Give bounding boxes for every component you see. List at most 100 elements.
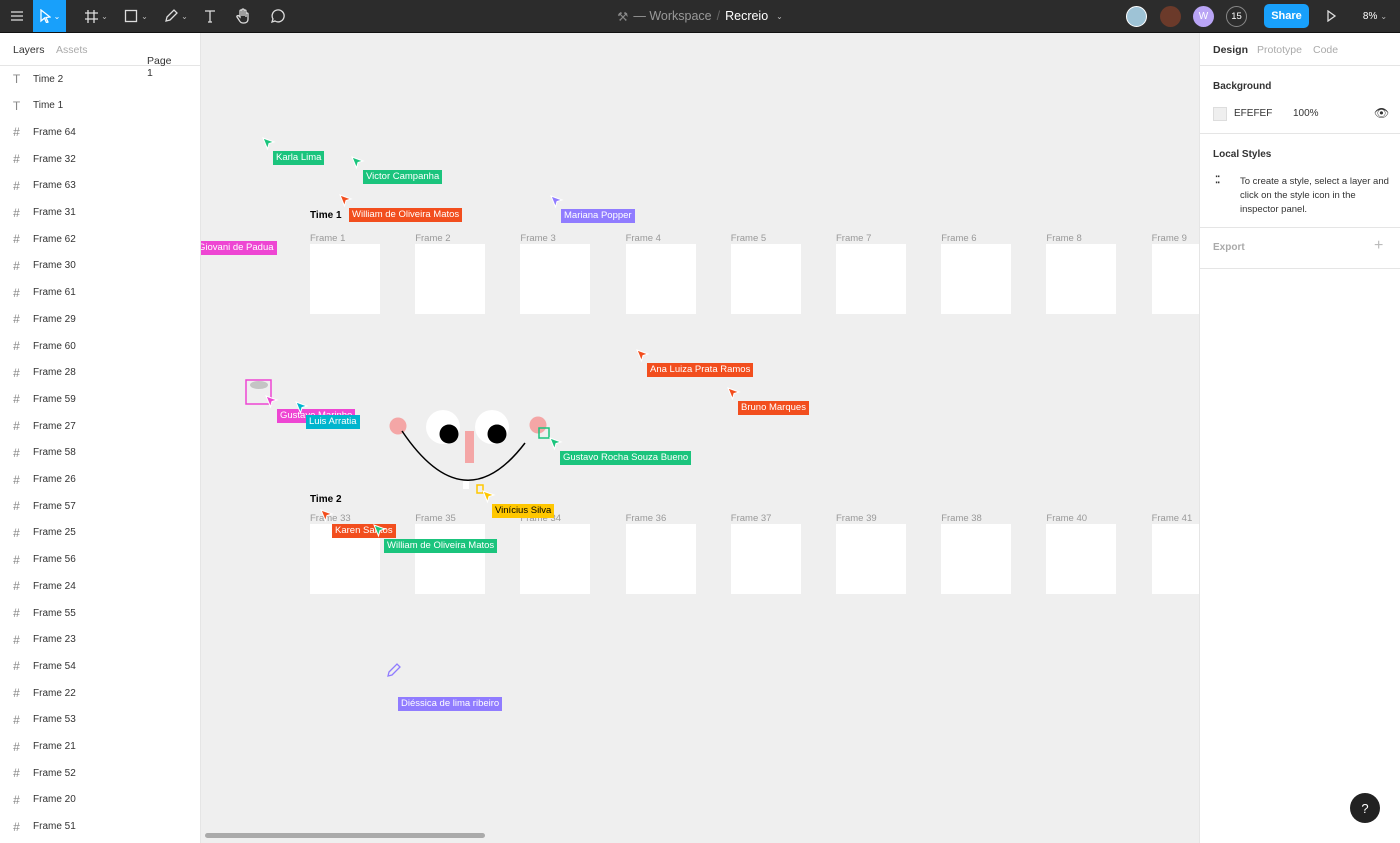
layer-name: Frame 58	[33, 447, 76, 459]
background-opacity[interactable]: 100%	[1293, 108, 1319, 119]
ellipse	[250, 381, 268, 389]
cursor-label: Gustavo Rocha Souza Bueno	[560, 451, 692, 465]
layer-item[interactable]: T Time 2	[0, 66, 200, 92]
layer-item[interactable]: # Frame 51	[0, 814, 200, 840]
layer-item[interactable]: # Frame 22	[0, 680, 200, 706]
layer-item[interactable]: # Frame 63	[0, 173, 200, 199]
cursor-label: Vinícius Silva	[492, 504, 555, 518]
canvas[interactable]: Time 1 Time 2 Frame 1 Frame 2 Frame 3 Frame…	[201, 33, 1199, 843]
layer-item[interactable]: # Frame 32	[0, 146, 200, 172]
text-tool[interactable]	[198, 0, 222, 32]
layer-item[interactable]: # Frame 21	[0, 734, 200, 760]
layer-name: Frame 62	[33, 233, 76, 245]
zoom-dropdown[interactable]: 8% ⌄	[1355, 0, 1395, 32]
breadcrumb: ⚒ — Workspace / Recreio ⌄	[600, 0, 800, 32]
frame-icon: #	[13, 152, 20, 167]
layer-item[interactable]: # Frame 60	[0, 333, 200, 359]
layer-item[interactable]: # Frame 62	[0, 226, 200, 252]
file-name[interactable]: Recreio	[725, 9, 768, 23]
layer-item[interactable]: # Frame 57	[0, 493, 200, 519]
toolbar: ⌄ ⌄ ⌄ ⌄ ⚒ — Workspace / Recreio ⌄ W 15 Sh…	[0, 0, 1400, 33]
layer-name: Frame 63	[33, 180, 76, 192]
hand-tool[interactable]	[230, 0, 256, 32]
layer-name: Frame 32	[33, 153, 76, 165]
avatar[interactable]	[1160, 6, 1181, 27]
horizontal-scrollbar[interactable]	[205, 833, 485, 838]
layer-item[interactable]: # Frame 30	[0, 253, 200, 279]
layer-item[interactable]: # Frame 64	[0, 119, 200, 145]
layer-name: Frame 23	[33, 634, 76, 646]
layer-name: Frame 30	[33, 260, 76, 272]
layer-item[interactable]: # Frame 59	[0, 386, 200, 412]
design-panel: Design Prototype Code Background EFEFEF …	[1199, 33, 1400, 843]
layer-name: Frame 28	[33, 367, 76, 379]
layer-name: Frame 60	[33, 340, 76, 352]
cursor-icon	[351, 156, 365, 170]
eye-icon[interactable]: 👁	[1374, 106, 1389, 120]
frame-icon: #	[13, 739, 20, 754]
frame-icon: #	[13, 686, 20, 701]
tab-code[interactable]: Code	[1313, 44, 1338, 56]
layer-name: Time 1	[33, 100, 64, 112]
cursor-icon	[373, 524, 387, 538]
frame-icon: #	[13, 579, 20, 594]
frame-icon: #	[13, 205, 20, 220]
layer-item[interactable]: # Frame 29	[0, 306, 200, 332]
cursor-icon	[482, 490, 496, 504]
layer-item[interactable]: # Frame 26	[0, 467, 200, 493]
share-button[interactable]: Share	[1264, 4, 1309, 28]
frame-icon: #	[13, 819, 20, 834]
layer-item[interactable]: T Time 1	[0, 93, 200, 119]
layer-item[interactable]: # Frame 20	[0, 787, 200, 813]
help-button[interactable]: ?	[1350, 793, 1380, 823]
cursor-label: Diéssica de lima ribeiro	[398, 697, 503, 711]
chevron-down-icon[interactable]: ⌄	[776, 12, 783, 21]
layer-item[interactable]: # Frame 28	[0, 360, 200, 386]
background-title: Background	[1213, 81, 1272, 92]
cursor-icon	[265, 395, 279, 409]
collaborators-count[interactable]: 15	[1226, 6, 1247, 27]
layer-item[interactable]: # Frame 55	[0, 600, 200, 626]
frame-tool[interactable]: ⌄	[78, 0, 114, 32]
team-icon: ⚒	[617, 9, 629, 24]
comment-tool[interactable]	[264, 0, 290, 32]
workspace-link[interactable]: — Workspace	[633, 9, 711, 23]
move-tool[interactable]: ⌄	[33, 0, 66, 32]
tab-design[interactable]: Design	[1213, 44, 1248, 56]
menu-icon[interactable]	[0, 0, 33, 32]
layer-item[interactable]: # Frame 24	[0, 573, 200, 599]
cursor-icon	[636, 349, 650, 363]
layer-item[interactable]: # Frame 61	[0, 280, 200, 306]
cursor-label: Mariana Popper	[561, 209, 635, 223]
layer-item[interactable]: # Frame 23	[0, 627, 200, 653]
play-icon[interactable]	[1320, 0, 1342, 32]
add-export-button[interactable]: +	[1374, 237, 1383, 255]
layer-name: Frame 20	[33, 794, 76, 806]
tooth	[463, 481, 469, 489]
layer-name: Frame 27	[33, 420, 76, 432]
layer-item[interactable]: # Frame 53	[0, 707, 200, 733]
pencil-cursor-icon	[386, 662, 401, 677]
layer-item[interactable]: # Frame 25	[0, 520, 200, 546]
avatar[interactable]	[1126, 6, 1147, 27]
frame-icon: #	[13, 792, 20, 807]
background-hex[interactable]: EFEFEF	[1234, 108, 1272, 119]
layer-name: Frame 57	[33, 500, 76, 512]
layer-item[interactable]: # Frame 58	[0, 440, 200, 466]
tab-layers[interactable]: Layers	[13, 44, 45, 56]
shape-tool[interactable]: ⌄	[118, 0, 154, 32]
frame-icon: #	[13, 392, 20, 407]
layer-item[interactable]: # Frame 31	[0, 200, 200, 226]
tab-assets[interactable]: Assets	[56, 44, 88, 56]
layer-item[interactable]: # Frame 27	[0, 413, 200, 439]
layer-name: Time 2	[33, 73, 64, 85]
tab-prototype[interactable]: Prototype	[1257, 44, 1302, 56]
pen-tool[interactable]: ⌄	[158, 0, 194, 32]
background-swatch[interactable]	[1213, 107, 1227, 121]
avatar[interactable]: W	[1193, 6, 1214, 27]
layer-item[interactable]: # Frame 52	[0, 760, 200, 786]
pupil-right	[487, 424, 507, 444]
layer-item[interactable]: # Frame 56	[0, 547, 200, 573]
layer-item[interactable]: # Frame 54	[0, 653, 200, 679]
local-styles-hint: To create a style, select a layer and cl…	[1240, 176, 1389, 215]
